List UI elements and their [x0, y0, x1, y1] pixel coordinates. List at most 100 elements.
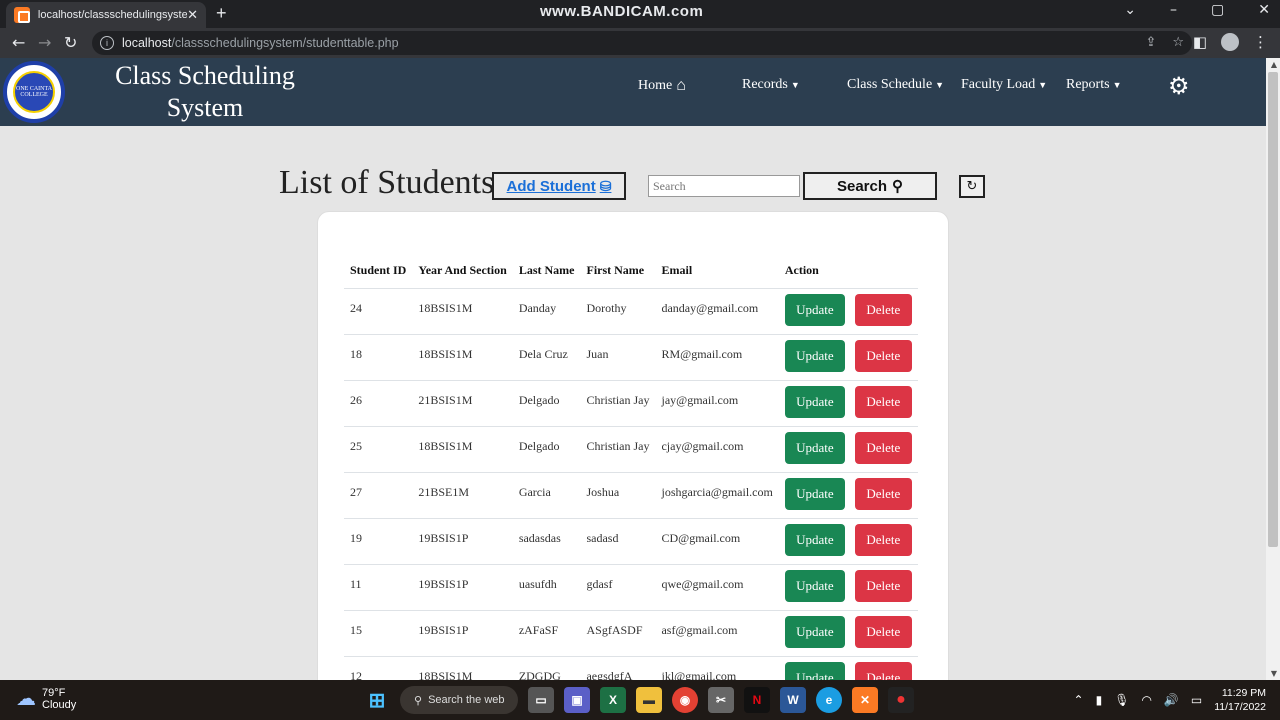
nav-class-schedule[interactable]: Class Schedule ▼ [847, 77, 944, 93]
task-view-icon[interactable]: ▭ [528, 687, 554, 713]
delete-button[interactable]: Delete [854, 661, 912, 680]
action-cell: Update Delete [778, 655, 918, 680]
snipping-tool-icon[interactable]: ✂ [708, 687, 734, 713]
tray-chevron-icon[interactable]: ⌃ [1074, 693, 1084, 707]
excel-icon[interactable]: X [600, 687, 626, 713]
update-button[interactable]: Update [784, 339, 845, 372]
windows-start-icon[interactable]: ⊞ [364, 687, 390, 713]
delete-button[interactable]: Delete [854, 431, 912, 464]
netflix-icon[interactable]: N [744, 687, 770, 713]
last-name-cell: zAFaSF [512, 609, 581, 656]
address-bar[interactable]: i localhost/classschedulingsystem/studen… [92, 31, 1192, 55]
url-text[interactable]: localhost/classschedulingsystem/studentt… [122, 36, 399, 50]
xampp-icon[interactable]: ✕ [852, 687, 878, 713]
tab-close-icon[interactable]: ✕ [187, 8, 198, 23]
teams-chat-icon[interactable]: ▣ [564, 687, 590, 713]
first-name-cell: aegsdgfA [580, 655, 656, 680]
tab-search-icon[interactable]: ⌄ [1124, 2, 1136, 18]
update-button[interactable]: Update [784, 661, 845, 680]
reload-icon[interactable]: ↻ [64, 33, 77, 52]
volume-icon[interactable]: 🔊 [1164, 693, 1179, 707]
caret-down-icon: ▼ [1112, 80, 1122, 90]
college-seal: ONE CAINTA COLLEGE [13, 71, 55, 113]
update-button[interactable]: Update [784, 523, 845, 556]
close-window-button[interactable]: ✕ [1258, 2, 1270, 18]
search-icon: ⚲ [414, 694, 423, 707]
back-arrow-icon[interactable]: ← [12, 33, 25, 52]
chrome-icon[interactable]: ◉ [672, 687, 698, 713]
word-icon[interactable]: W [780, 687, 806, 713]
add-student-button[interactable]: Add Student ⛁ [492, 172, 626, 200]
caret-down-icon: ▼ [1038, 80, 1048, 90]
nav-reports[interactable]: Reports ▼ [1066, 77, 1121, 93]
email-cell: RM@gmail.com [655, 333, 779, 380]
profile-avatar[interactable] [1221, 33, 1239, 51]
year-section-cell: 18BSIS1M [412, 425, 513, 472]
table-row: 19 19BSIS1P sadasdas sadasd CD@gmail.com Upda… [344, 517, 918, 564]
taskbar-search[interactable]: ⚲ Search the web [400, 686, 518, 714]
magnifier-icon: ⚲ [892, 178, 904, 195]
share-icon[interactable]: ⇪ [1145, 35, 1156, 50]
update-button[interactable]: Update [784, 431, 845, 464]
delete-button[interactable]: Delete [854, 615, 912, 648]
delete-button[interactable]: Delete [854, 385, 912, 418]
scroll-down-arrow-icon[interactable]: ▼ [1271, 669, 1277, 678]
browser-tab[interactable]: localhost/classschedulingsystem/ ✕ [6, 2, 206, 28]
battery-icon[interactable]: ▭ [1191, 693, 1202, 707]
delete-button[interactable]: Delete [854, 339, 912, 372]
email-cell: qwe@gmail.com [655, 563, 779, 610]
nav-home[interactable]: Home ⌂ [638, 77, 686, 95]
nav-faculty-load[interactable]: Faculty Load ▼ [961, 77, 1047, 93]
delete-button[interactable]: Delete [854, 293, 912, 326]
page-scrollbar[interactable]: ▲ ▼ [1266, 58, 1280, 680]
search-input[interactable] [648, 175, 800, 197]
maximize-button[interactable]: ▢ [1211, 2, 1224, 18]
action-cell: Update Delete [778, 563, 918, 610]
wifi-icon[interactable]: ◠ [1141, 693, 1151, 707]
delete-button[interactable]: Delete [854, 477, 912, 510]
table-row: 27 21BSE1M Garcia Joshua joshgarcia@gmail.co… [344, 471, 918, 518]
nav-records[interactable]: Records ▼ [742, 77, 800, 93]
update-button[interactable]: Update [784, 477, 845, 510]
clock[interactable]: 11:29 PM 11/17/2022 [1214, 686, 1266, 714]
site-info-icon[interactable]: i [100, 36, 114, 50]
year-section-cell: 21BSE1M [412, 471, 513, 518]
email-cell: joshgarcia@gmail.com [655, 471, 779, 518]
col-first-name: First Name [586, 263, 645, 278]
forward-arrow-icon[interactable]: → [38, 33, 51, 52]
page-viewport: ONE CAINTA COLLEGE Class Scheduling Syst… [0, 58, 1280, 680]
action-cell: Update Delete [778, 379, 918, 426]
delete-button[interactable]: Delete [854, 523, 912, 556]
minimize-button[interactable]: – [1170, 2, 1177, 18]
microphone-icon[interactable]: 🎙 [1114, 693, 1129, 707]
scroll-up-arrow-icon[interactable]: ▲ [1271, 60, 1277, 69]
file-explorer-icon[interactable]: ▬ [636, 687, 662, 713]
student-id-cell: 24 [344, 287, 413, 334]
meet-icon[interactable]: ▮ [1096, 693, 1103, 707]
settings-gear-icon[interactable]: ⚙ [1168, 72, 1190, 100]
scroll-thumb[interactable] [1268, 72, 1278, 547]
update-button[interactable]: Update [784, 569, 845, 602]
col-action: Action [784, 263, 819, 278]
update-button[interactable]: Update [784, 615, 845, 648]
year-section-cell: 19BSIS1P [412, 609, 513, 656]
bandicam-record-icon[interactable]: ● [888, 687, 914, 713]
side-panel-icon[interactable]: ◧ [1193, 33, 1207, 51]
delete-button[interactable]: Delete [854, 569, 912, 602]
update-button[interactable]: Update [784, 385, 845, 418]
edge-icon[interactable]: e [816, 687, 842, 713]
site-navbar: ONE CAINTA COLLEGE Class Scheduling Syst… [0, 58, 1266, 126]
bookmark-star-icon[interactable]: ☆ [1172, 35, 1184, 50]
menu-dots-icon[interactable]: ⋮ [1253, 33, 1268, 51]
student-id-cell: 25 [344, 425, 413, 472]
new-tab-button[interactable]: + [216, 3, 227, 24]
search-button[interactable]: Search ⚲ [803, 172, 937, 200]
update-button[interactable]: Update [784, 293, 845, 326]
refresh-button[interactable]: ↻ [959, 175, 985, 198]
last-name-cell: Delgado [512, 379, 581, 426]
first-name-cell: Juan [580, 333, 656, 380]
weather-widget[interactable]: ☁ 79°F Cloudy [16, 686, 76, 711]
year-section-cell: 18BSIS1M [412, 287, 513, 334]
email-cell: cjay@gmail.com [655, 425, 779, 472]
last-name-cell: sadasdas [512, 517, 581, 564]
